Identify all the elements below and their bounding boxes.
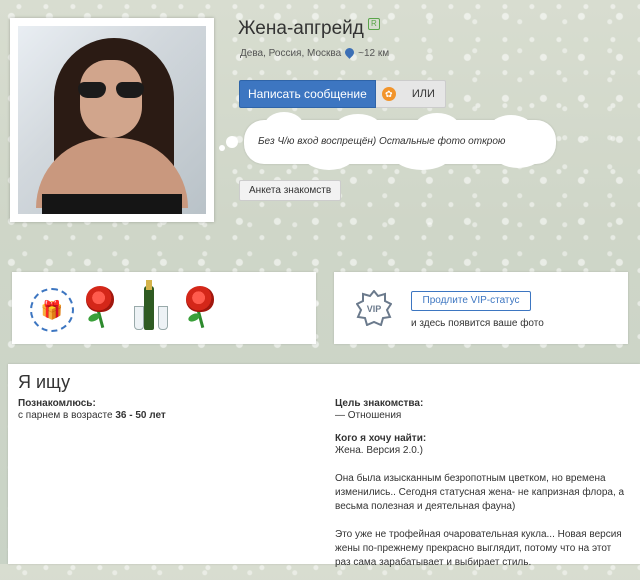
photo-sunglasses	[78, 82, 144, 100]
who-paragraph-2: Она была изысканным безропотным цветком,…	[335, 473, 625, 512]
verified-badge: R	[367, 18, 380, 30]
vip-icon: VIP	[356, 290, 392, 326]
gifts-panel: 🎁	[12, 272, 316, 344]
looking-for-right: Цель знакомства: — Отношения Кого я хочу…	[335, 398, 625, 580]
profile-name-text: Жена-апгрейд	[238, 18, 364, 39]
meet-label: Познакомлюсь:	[18, 398, 96, 409]
dating-profile-button[interactable]: Анкета знакомств	[239, 180, 342, 201]
rose-gift-icon[interactable]	[80, 286, 120, 330]
looking-for-title: Я ищу	[18, 372, 71, 392]
vip-panel: VIP Продлите VIP-статус и здесь появится…	[334, 272, 628, 344]
gift-icon: 🎁	[40, 299, 64, 320]
age-separator: -	[126, 410, 136, 421]
meet-prefix: с парнем в возрасте	[18, 410, 113, 421]
age-to: 50 лет	[135, 410, 166, 421]
who-paragraph-1: Жена. Версия 2.0.)	[335, 445, 423, 456]
age-from: 36	[115, 410, 127, 421]
profile-meta: Дева, Россия, Москва ~12 км	[240, 46, 390, 59]
add-gift-button[interactable]: 🎁	[30, 288, 74, 332]
meet-value: с парнем в возрасте 36 - 50 лет	[18, 409, 318, 423]
profile-photo-card[interactable]	[10, 18, 214, 222]
cloud-dot-large	[226, 136, 238, 148]
goal-value: — Отношения	[335, 410, 402, 421]
cloud-dot-small	[219, 145, 225, 151]
profile-name: Жена-апгрейд R	[238, 18, 380, 40]
rose-gift-icon[interactable]	[180, 286, 220, 330]
goal-label: Цель знакомства:	[335, 398, 424, 409]
extend-vip-button[interactable]: Продлите VIP-статус	[411, 291, 531, 311]
looking-for-left: Познакомлюсь: с парнем в возрасте 36 - 5…	[18, 398, 318, 423]
write-message-button[interactable]: Написать сообщение	[239, 80, 376, 108]
vip-note: и здесь появится ваше фото	[411, 318, 544, 329]
profile-location: Дева, Россия, Москва	[240, 48, 342, 59]
goal-block: Цель знакомства: — Отношения	[335, 398, 625, 423]
photo-top	[42, 194, 182, 214]
gift-icon: ✿	[381, 87, 396, 101]
status-text: Без Ч/ю вход воспрещён) Остальные фото о…	[258, 136, 506, 147]
profile-distance: ~12 км	[358, 48, 390, 59]
gift-button[interactable]: ✿	[375, 80, 402, 108]
looking-for-panel: Я ищу Познакомлюсь: с парнем в возрасте …	[8, 364, 640, 568]
svg-text:VIP: VIP	[367, 304, 382, 314]
who-block: Кого я хочу найти: Жена. Версия 2.0.) Он…	[335, 433, 625, 570]
profile-actions: Написать сообщение ✿ ИЛИ	[239, 80, 446, 108]
profile-photo[interactable]	[18, 26, 206, 214]
status-cloud: Без Ч/ю вход воспрещён) Остальные фото о…	[244, 112, 556, 170]
or-button[interactable]: ИЛИ	[401, 80, 446, 108]
who-label: Кого я хочу найти:	[335, 433, 427, 444]
champagne-gift-icon[interactable]	[132, 280, 172, 334]
location-pin-icon	[343, 46, 357, 59]
